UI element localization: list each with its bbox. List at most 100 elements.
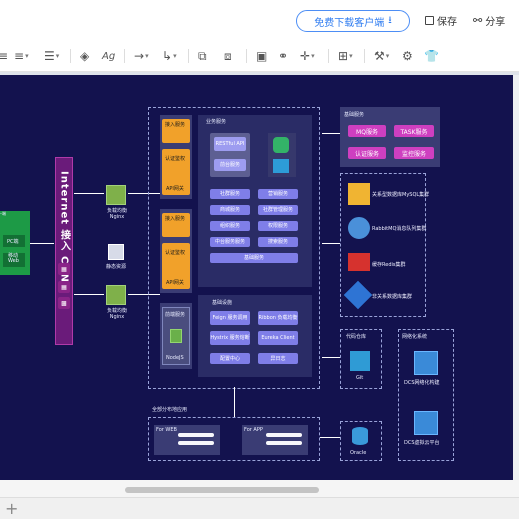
oracle-arrow — [320, 437, 340, 438]
stack-icon — [273, 137, 289, 153]
cdn-label: Internet 接入 CDN — [58, 171, 70, 283]
business-item-8: 搜索服务 — [258, 237, 298, 247]
git-icon — [350, 351, 370, 371]
auth-service: 认证服务 — [348, 147, 386, 159]
business-title: 业务服务 — [206, 119, 227, 125]
dcs-cloud-label: DCS虚拟云平台 — [404, 440, 440, 446]
architecture-diagram[interactable]: —端 PC端 移动 Web Internet 接入 CDN ▦ ▦ ▩ 负载均衡… — [0, 75, 513, 480]
web-server-1 — [178, 433, 214, 437]
frontend-service: 前台服务 — [214, 159, 246, 171]
share-button[interactable]: ⚯ 分享 — [473, 13, 505, 28]
redis-label: 缓存Redis集群 — [372, 262, 406, 268]
format-icon[interactable]: ⚒ ▾ — [374, 48, 389, 64]
redis-icon — [348, 253, 370, 271]
business-item-6: 权限服务 — [258, 221, 298, 231]
basic-arrow — [322, 133, 340, 134]
static-resource-icon — [108, 244, 124, 260]
share-label: 分享 — [485, 17, 506, 28]
insert-icon[interactable]: ✛ ▾ — [300, 48, 315, 64]
svc2-head-label: 接入服务 — [165, 216, 186, 222]
business-item-3: 商城服务 — [210, 205, 250, 215]
app-server-2 — [266, 441, 302, 445]
static-label: 静态资源 — [106, 264, 127, 270]
foundation-item-3: Hystrix 服务熔断 — [210, 331, 250, 345]
horizontal-scroll-thumb[interactable] — [125, 487, 319, 493]
oracle-label: Oracle — [350, 450, 367, 456]
vertical-scrollbar[interactable] — [513, 75, 519, 480]
fill-icon[interactable]: ◈ — [80, 48, 89, 64]
link-icon[interactable]: ⚭ — [278, 48, 288, 64]
nginx-icon-2 — [106, 285, 126, 305]
add-page-icon[interactable]: + — [5, 499, 18, 518]
cluster-title: 全部分布地应用 — [152, 407, 188, 413]
svc2-auth: 认证鉴权 — [165, 250, 186, 256]
foundation-item-6: 异日志 — [258, 353, 298, 364]
save-button[interactable]: 保存 — [425, 13, 457, 28]
pc-label: PC端 — [7, 239, 19, 245]
line-icon[interactable]: → ▾ — [134, 48, 149, 64]
svc1-head-label: 接入服务 — [165, 122, 186, 128]
dcs-build-label: DCS网络化构建 — [404, 380, 440, 386]
nginx-icon-1 — [106, 185, 126, 205]
business-item-9: 基础服务 — [210, 253, 298, 263]
svc3-node: NodeJS — [166, 355, 184, 361]
settings-icon[interactable]: ⚙ — [402, 48, 413, 64]
cluster-arrow — [234, 387, 235, 417]
share-icon: ⚯ — [473, 14, 483, 27]
rabbitmq-icon — [348, 217, 370, 239]
bring-front-icon[interactable]: ⧉ — [198, 48, 207, 64]
dcs-cloud-icon — [414, 411, 438, 435]
cdn-lb2-arrow — [74, 294, 104, 295]
table-icon[interactable]: ⊞ ▾ — [338, 48, 353, 64]
svc1-auth: 认证鉴权 — [165, 156, 186, 162]
web-server-2 — [178, 441, 214, 445]
cloud-title: 网络化系统 — [402, 334, 428, 340]
business-item-4: 社群管理服务 — [258, 205, 298, 215]
image-icon[interactable]: ▣ — [256, 48, 267, 64]
lb2-label: 负载均衡 Nginx — [106, 308, 127, 320]
mq-icon — [273, 159, 289, 173]
git-arrow — [322, 357, 340, 358]
align-dropdown[interactable]: ≡ ▾ — [14, 48, 29, 64]
send-back-icon[interactable]: ⧈ — [224, 48, 232, 64]
page-tabs-bar — [0, 497, 519, 519]
foundation-item-5: 配置中心 — [210, 353, 250, 364]
text-style-icon[interactable]: Ag — [102, 48, 115, 64]
business-item-2: 营销服务 — [258, 189, 298, 199]
download-client-button[interactable]: 免费下载客户端 ⭳ — [296, 10, 410, 32]
oracle-icon — [352, 427, 368, 445]
client-top-label: —端 — [0, 211, 6, 216]
basic-services-title: 基础服务 — [344, 112, 365, 118]
cdn-lb1-arrow — [74, 193, 104, 194]
save-icon — [425, 16, 434, 25]
monitor-service: 监控服务 — [394, 147, 434, 159]
lb1-label: 负载均衡 Nginx — [106, 208, 127, 220]
restful-api: RESTful API — [214, 137, 246, 151]
theme-icon[interactable]: 👕 — [424, 48, 439, 64]
svc2-api: API网关 — [166, 280, 184, 286]
align-icon[interactable]: ≡ — [0, 48, 8, 64]
firewall-icon: ▩ — [58, 297, 70, 309]
mysql-icon — [348, 183, 370, 205]
app-header: 免费下载客户端 ⭳ 保存 ⚯ 分享 — [0, 0, 519, 40]
git-label: Git — [356, 375, 364, 381]
foundation-title: 基础设施 — [212, 300, 233, 306]
connector-icon[interactable]: ↳ ▾ — [162, 48, 177, 64]
task-service: TASK服务 — [394, 125, 434, 137]
foundation-item-4: Eureka Client — [258, 331, 298, 345]
horizontal-scrollbar[interactable] — [0, 485, 519, 495]
svc1-api: API网关 — [166, 186, 184, 192]
code-repo-title: 代码仓库 — [346, 334, 367, 340]
nodejs-icon — [170, 329, 182, 343]
format-toolbar: ≡ ≡ ▾ ☰ ▾ ◈ Ag → ▾ ↳ ▾ ⧉ ⧈ ▣ ⚭ ✛ ▾ ⊞ ▾ ⚒ ▾ ⚙ 👕 — [0, 40, 519, 72]
mobile-label: 移动 Web — [8, 253, 19, 264]
download-icon: ⭳ — [388, 14, 392, 26]
client-arrow — [30, 243, 54, 244]
list-icon[interactable]: ☰ ▾ — [44, 48, 59, 64]
download-label: 免费下载客户端 — [314, 17, 385, 29]
mq-service: MQ服务 — [348, 125, 386, 137]
svc3-head: 前端服务 — [165, 312, 186, 318]
middleware-arrow — [322, 243, 340, 244]
cdn-icon-2: ▦ — [58, 281, 70, 293]
business-item-7: 中台服务服务 — [210, 237, 250, 247]
